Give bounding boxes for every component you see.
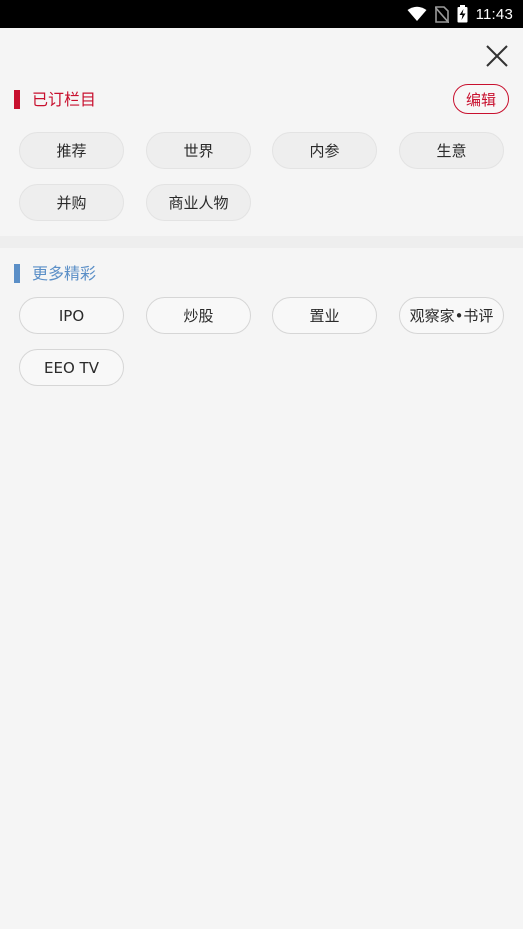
wifi-icon bbox=[407, 6, 427, 22]
edit-button[interactable]: 编辑 bbox=[453, 84, 509, 114]
subscribed-marker bbox=[14, 90, 20, 109]
more-item[interactable]: 炒股 bbox=[146, 297, 251, 334]
subscribed-header: 已订栏目 编辑 bbox=[0, 84, 523, 115]
status-bar: 11:43 bbox=[0, 0, 523, 28]
more-marker bbox=[14, 264, 20, 283]
subscribed-item[interactable]: 世界 bbox=[146, 132, 251, 169]
subscribed-item[interactable]: 并购 bbox=[19, 184, 124, 221]
close-button[interactable] bbox=[483, 42, 511, 70]
close-icon bbox=[486, 45, 508, 67]
more-section: 更多精彩 bbox=[0, 259, 523, 289]
more-item[interactable]: EEO TV bbox=[19, 349, 124, 386]
subscribed-item[interactable]: 推荐 bbox=[19, 132, 124, 169]
battery-charging-icon bbox=[457, 5, 468, 23]
subscribed-section: 已订栏目 编辑 bbox=[0, 84, 523, 115]
more-item[interactable]: IPO bbox=[19, 297, 124, 334]
more-header: 更多精彩 bbox=[0, 259, 523, 289]
more-item[interactable]: 观察家•书评 bbox=[399, 297, 504, 334]
status-time: 11:43 bbox=[475, 5, 513, 23]
subscribed-item[interactable]: 生意 bbox=[399, 132, 504, 169]
subscribed-item[interactable]: 内参 bbox=[272, 132, 377, 169]
more-title: 更多精彩 bbox=[32, 264, 97, 283]
more-item[interactable]: 置业 bbox=[272, 297, 377, 334]
subscribed-title: 已订栏目 bbox=[32, 90, 97, 109]
section-divider bbox=[0, 236, 523, 248]
subscribed-item[interactable]: 商业人物 bbox=[146, 184, 251, 221]
no-sim-icon bbox=[434, 5, 449, 23]
status-icons: 11:43 bbox=[407, 0, 513, 28]
